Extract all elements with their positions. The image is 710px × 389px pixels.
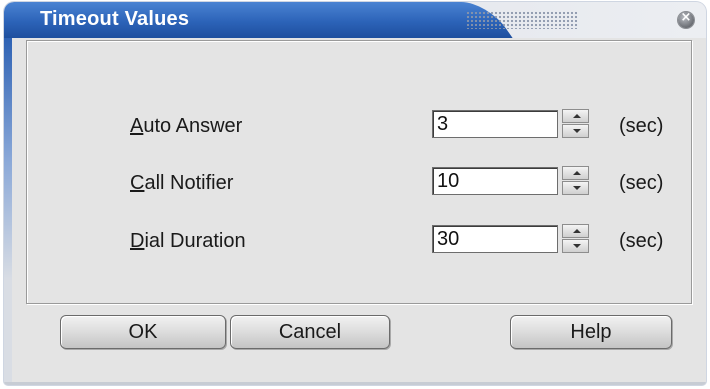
auto-answer-unit: (sec) [619,115,664,137]
call-notifier-label: Call Notifier [130,172,234,194]
ok-button[interactable]: OK [60,315,226,349]
title-bar[interactable]: Timeout Values [4,2,706,38]
bottom-border [4,382,706,385]
auto-answer-input[interactable]: 3 [432,110,558,138]
call-notifier-unit: (sec) [619,172,664,194]
settings-panel: Auto Answer 3 (sec) Call Notifier 10 (se… [26,40,692,304]
chevron-down-icon[interactable] [562,124,589,138]
call-notifier-spinner[interactable] [562,166,589,196]
dial-duration-input[interactable]: 30 [432,225,558,253]
chevron-up-icon[interactable] [562,109,589,123]
close-icon[interactable] [678,10,694,28]
chevron-down-icon[interactable] [562,239,589,253]
timeout-values-dialog: Timeout Values Auto Answer 3 (sec) Call … [4,2,706,385]
dial-duration-spinner[interactable] [562,224,589,254]
cancel-button[interactable]: Cancel [230,315,390,349]
left-accent-strip [4,38,12,385]
call-notifier-input[interactable]: 10 [432,167,558,195]
chevron-up-icon[interactable] [562,224,589,238]
dialog-title: Timeout Values [40,8,190,30]
help-button[interactable]: Help [510,315,672,349]
dial-duration-unit: (sec) [619,230,664,252]
dial-duration-label: Dial Duration [130,230,246,252]
chevron-down-icon[interactable] [562,181,589,195]
auto-answer-label: Auto Answer [130,115,243,137]
chevron-up-icon[interactable] [562,166,589,180]
drag-grip-icon[interactable] [466,11,578,29]
auto-answer-spinner[interactable] [562,109,589,139]
